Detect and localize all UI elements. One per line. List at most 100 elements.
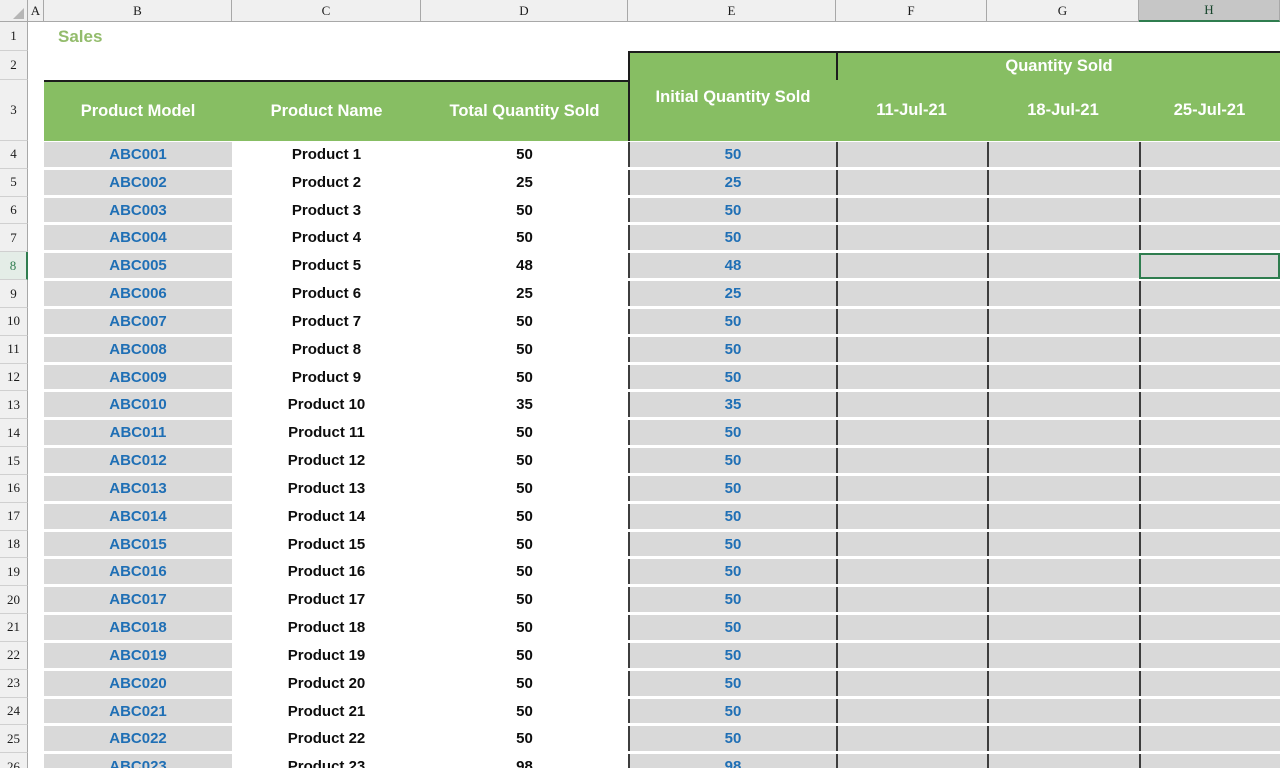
cell-quantity-date-2[interactable] <box>987 336 1139 362</box>
cell-total-quantity-sold[interactable]: 50 <box>421 559 628 585</box>
row-header-17[interactable]: 17 <box>0 502 28 531</box>
cell-initial-quantity-sold[interactable]: 50 <box>628 726 836 752</box>
cell-quantity-date-3[interactable] <box>1139 475 1280 501</box>
cell-product-model[interactable]: ABC010 <box>44 392 232 418</box>
cell-product-name[interactable]: Product 2 <box>232 169 421 195</box>
cell-product-model[interactable]: ABC015 <box>44 531 232 557</box>
cell-quantity-date-1[interactable] <box>836 587 987 613</box>
cell-total-quantity-sold[interactable]: 50 <box>421 726 628 752</box>
cell-quantity-date-3[interactable] <box>1139 392 1280 418</box>
cell-initial-quantity-sold[interactable]: 48 <box>628 253 836 279</box>
cell-initial-quantity-sold[interactable]: 50 <box>628 503 836 529</box>
cell-product-model[interactable]: ABC004 <box>44 225 232 251</box>
cell-initial-quantity-sold[interactable]: 50 <box>628 559 836 585</box>
row-header-10[interactable]: 10 <box>0 307 28 336</box>
cell-quantity-date-1[interactable] <box>836 253 987 279</box>
row-header-8[interactable]: 8 <box>0 252 28 281</box>
cell-product-name[interactable]: Product 9 <box>232 364 421 390</box>
cell-initial-quantity-sold[interactable]: 50 <box>628 420 836 446</box>
cell-quantity-date-1[interactable] <box>836 336 987 362</box>
cell-product-model[interactable]: ABC012 <box>44 448 232 473</box>
cell-quantity-date-3[interactable] <box>1139 169 1280 195</box>
column-header-b[interactable]: B <box>44 0 232 22</box>
cell-initial-quantity-sold[interactable]: 50 <box>628 142 836 167</box>
cell-quantity-date-3[interactable] <box>1139 670 1280 696</box>
row-header-9[interactable]: 9 <box>0 280 28 308</box>
row-header-24[interactable]: 24 <box>0 697 28 726</box>
cell-quantity-date-1[interactable] <box>836 642 987 668</box>
cell-product-name[interactable]: Product 19 <box>232 642 421 668</box>
row-header-22[interactable]: 22 <box>0 641 28 670</box>
row-header-19[interactable]: 19 <box>0 558 28 587</box>
cell-total-quantity-sold[interactable]: 50 <box>421 336 628 362</box>
cell-total-quantity-sold[interactable]: 50 <box>421 197 628 223</box>
cell-total-quantity-sold[interactable]: 50 <box>421 698 628 724</box>
cell-initial-quantity-sold[interactable]: 50 <box>628 197 836 223</box>
cell-initial-quantity-sold[interactable]: 50 <box>628 531 836 557</box>
cell-quantity-date-1[interactable] <box>836 698 987 724</box>
cell-product-name[interactable]: Product 21 <box>232 698 421 724</box>
cell-total-quantity-sold[interactable]: 50 <box>421 503 628 529</box>
cell-total-quantity-sold[interactable]: 50 <box>421 420 628 446</box>
cell-quantity-date-1[interactable] <box>836 225 987 251</box>
row-header-18[interactable]: 18 <box>0 530 28 559</box>
cell-initial-quantity-sold[interactable]: 50 <box>628 364 836 390</box>
row-header-11[interactable]: 11 <box>0 335 28 364</box>
cell-quantity-date-1[interactable] <box>836 670 987 696</box>
cell-total-quantity-sold[interactable]: 50 <box>421 642 628 668</box>
cell-quantity-date-2[interactable] <box>987 642 1139 668</box>
cell-product-name[interactable]: Product 22 <box>232 726 421 752</box>
cell-total-quantity-sold[interactable]: 98 <box>421 754 628 768</box>
column-header-f[interactable]: F <box>836 0 987 22</box>
cell-quantity-date-2[interactable] <box>987 475 1139 501</box>
cell-product-name[interactable]: Product 13 <box>232 475 421 501</box>
row-header-13[interactable]: 13 <box>0 391 28 420</box>
cell-product-name[interactable]: Product 8 <box>232 336 421 362</box>
cell-initial-quantity-sold[interactable]: 50 <box>628 642 836 668</box>
cell-quantity-date-2[interactable] <box>987 197 1139 223</box>
cell-product-name[interactable]: Product 18 <box>232 615 421 640</box>
row-header-2[interactable]: 2 <box>0 51 28 80</box>
cell-quantity-date-3[interactable] <box>1139 336 1280 362</box>
cell-initial-quantity-sold[interactable]: 25 <box>628 169 836 195</box>
cell-total-quantity-sold[interactable]: 50 <box>421 308 628 334</box>
cell-quantity-date-3[interactable] <box>1139 197 1280 223</box>
cell-product-name[interactable]: Product 15 <box>232 531 421 557</box>
cell-quantity-date-1[interactable] <box>836 448 987 473</box>
cell-quantity-date-2[interactable] <box>987 531 1139 557</box>
cell-quantity-date-1[interactable] <box>836 142 987 167</box>
cell-product-name[interactable]: Product 14 <box>232 503 421 529</box>
column-header-c[interactable]: C <box>232 0 421 22</box>
row-header-21[interactable]: 21 <box>0 614 28 642</box>
cell-quantity-date-1[interactable] <box>836 615 987 640</box>
row-header-16[interactable]: 16 <box>0 474 28 503</box>
cell-quantity-date-1[interactable] <box>836 559 987 585</box>
cell-quantity-date-3[interactable] <box>1139 559 1280 585</box>
cell-quantity-date-3[interactable] <box>1139 281 1280 306</box>
cell-quantity-date-3[interactable] <box>1139 364 1280 390</box>
cell-quantity-date-2[interactable] <box>987 281 1139 306</box>
cell-initial-quantity-sold[interactable]: 25 <box>628 281 836 306</box>
cell-quantity-date-1[interactable] <box>836 503 987 529</box>
cell-product-model[interactable]: ABC003 <box>44 197 232 223</box>
cell-quantity-date-1[interactable] <box>836 308 987 334</box>
cell-product-model[interactable]: ABC017 <box>44 587 232 613</box>
cell-quantity-date-2[interactable] <box>987 253 1139 279</box>
cell-quantity-date-3[interactable] <box>1139 448 1280 473</box>
cell-product-name[interactable]: Product 12 <box>232 448 421 473</box>
cell-quantity-date-2[interactable] <box>987 754 1139 768</box>
column-header-e[interactable]: E <box>628 0 836 22</box>
cell-total-quantity-sold[interactable]: 25 <box>421 169 628 195</box>
cell-quantity-date-1[interactable] <box>836 420 987 446</box>
row-header-25[interactable]: 25 <box>0 725 28 754</box>
cell-product-model[interactable]: ABC022 <box>44 726 232 752</box>
cell-product-name[interactable]: Product 3 <box>232 197 421 223</box>
cell-product-name[interactable]: Product 17 <box>232 587 421 613</box>
cell-product-model[interactable]: ABC013 <box>44 475 232 501</box>
cell-quantity-date-2[interactable] <box>987 225 1139 251</box>
cell-quantity-date-1[interactable] <box>836 531 987 557</box>
cell-quantity-date-3[interactable] <box>1139 531 1280 557</box>
cell-quantity-date-2[interactable] <box>987 587 1139 613</box>
cell-quantity-date-1[interactable] <box>836 754 987 768</box>
cell-product-model[interactable]: ABC008 <box>44 336 232 362</box>
